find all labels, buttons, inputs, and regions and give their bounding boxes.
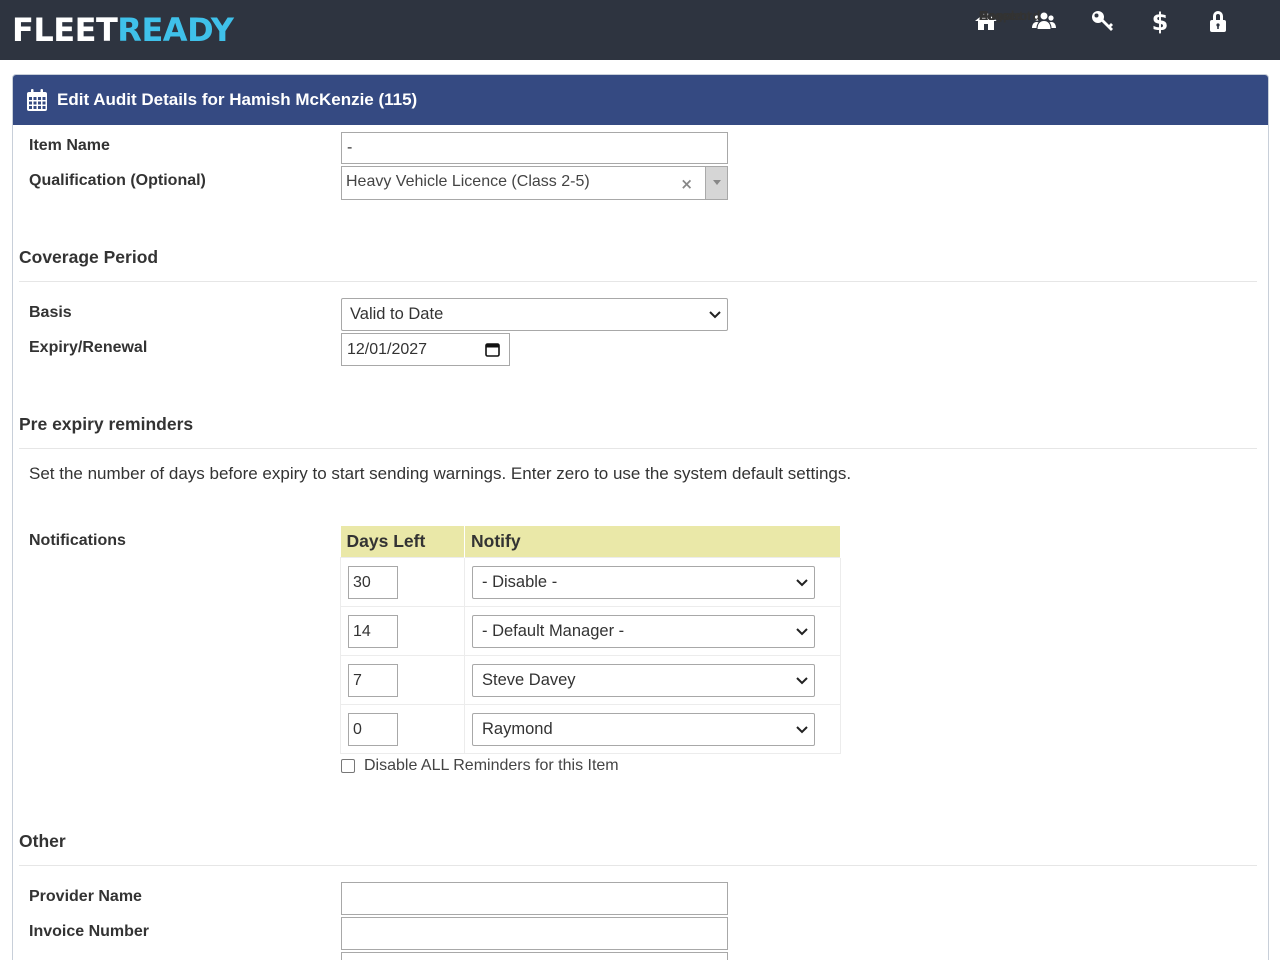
- item-name-label: Item Name: [29, 137, 110, 154]
- key-icon: [1092, 11, 1113, 31]
- chevron-down-icon: [796, 627, 808, 635]
- dollar-icon: $: [1152, 8, 1169, 34]
- qualification-label: Qualification (Optional): [29, 172, 206, 189]
- notify-select[interactable]: - Disable -: [472, 565, 815, 599]
- expiry-date-input[interactable]: 12/01/2027: [341, 333, 510, 366]
- notify-select[interactable]: Steve Davey: [472, 663, 815, 697]
- fleetready-logo[interactable]: FLEETREADY: [12, 10, 234, 50]
- divider: [19, 448, 1257, 449]
- disable-all-label: Disable ALL Reminders for this Item: [364, 757, 619, 774]
- notify-header: Notify: [464, 526, 841, 557]
- nav-logout[interactable]: Logout: [979, 8, 1240, 37]
- notify-cell: Steve Davey: [464, 654, 841, 705]
- calendar-picker-icon[interactable]: [485, 342, 500, 357]
- other-heading: Other: [19, 831, 66, 851]
- table-row: 30 - Disable -: [340, 556, 841, 607]
- notify-select[interactable]: Raymond: [472, 712, 815, 746]
- next-field-input[interactable]: [341, 952, 728, 960]
- table-row: 14 - Default Manager -: [340, 605, 841, 656]
- basis-label: Basis: [29, 304, 72, 321]
- qualification-value: Heavy Vehicle Licence (Class 2-5): [346, 173, 590, 190]
- days-left-input[interactable]: 30: [348, 565, 398, 599]
- notifications-label: Notifications: [29, 532, 126, 549]
- lock-icon: [1210, 11, 1226, 32]
- nav-password[interactable]: Password: [979, 8, 1124, 37]
- disable-all-checkbox[interactable]: [341, 759, 355, 773]
- divider: [19, 865, 1257, 866]
- edit-audit-panel: Edit Audit Details for Hamish McKenzie (…: [12, 74, 1269, 960]
- notify-cell: - Disable -: [464, 556, 841, 607]
- item-name-input[interactable]: -: [341, 132, 728, 164]
- qualification-combobox[interactable]: Heavy Vehicle Licence (Class 2-5) ×: [341, 166, 728, 200]
- days-cell: 14: [340, 605, 465, 656]
- days-cell: 7: [340, 654, 465, 705]
- logo-fleet: FLEET: [12, 11, 118, 49]
- days-left-header: Days Left: [340, 526, 465, 557]
- top-bar: FLEETREADY Home People Password $ Accoun…: [0, 0, 1280, 60]
- clear-icon[interactable]: ×: [680, 175, 693, 193]
- table-row: 0 Raymond: [340, 703, 841, 754]
- panel-title: Edit Audit Details for Hamish McKenzie (…: [57, 90, 418, 109]
- reminders-description: Set the number of days before expiry to …: [29, 464, 852, 483]
- notify-value: Steve Davey: [482, 670, 576, 689]
- chevron-down-icon: [796, 676, 808, 684]
- chevron-down-icon: [796, 725, 808, 733]
- provider-name-label: Provider Name: [29, 888, 142, 905]
- notify-value: - Disable -: [482, 572, 558, 591]
- notify-cell: - Default Manager -: [464, 605, 841, 656]
- expiry-date-value: 12/01/2027: [347, 341, 428, 358]
- dropdown-arrow-icon[interactable]: [705, 167, 727, 199]
- notify-value: Raymond: [482, 719, 553, 738]
- notify-cell: Raymond: [464, 703, 841, 754]
- days-cell: 30: [340, 556, 465, 607]
- days-left-input[interactable]: 14: [348, 614, 398, 648]
- chevron-down-icon: [796, 578, 808, 586]
- nav-logout-label: Logout: [979, 8, 1024, 23]
- table-row: 7 Steve Davey: [340, 654, 841, 705]
- expiry-label: Expiry/Renewal: [29, 339, 148, 356]
- calendar-icon: [27, 89, 47, 111]
- days-left-input[interactable]: 0: [348, 712, 398, 746]
- disable-all-reminders[interactable]: Disable ALL Reminders for this Item: [341, 757, 619, 775]
- logo-ready: READY: [117, 11, 234, 49]
- main-nav: Home People Password $ Account Logout: [950, 8, 1240, 37]
- notify-select[interactable]: - Default Manager -: [472, 614, 815, 648]
- divider: [19, 281, 1257, 282]
- notifications-table: Days Left Notify 30 - Disable - 14 - Def…: [340, 526, 841, 754]
- notify-value: - Default Manager -: [482, 621, 625, 640]
- basis-select[interactable]: Valid to Date: [341, 298, 728, 331]
- table-header-row: Days Left Notify: [340, 526, 841, 557]
- coverage-heading: Coverage Period: [19, 247, 159, 267]
- reminders-heading: Pre expiry reminders: [19, 414, 194, 434]
- panel-header: Edit Audit Details for Hamish McKenzie (…: [13, 75, 1268, 125]
- invoice-number-label: Invoice Number: [29, 923, 150, 940]
- days-cell: 0: [340, 703, 465, 754]
- basis-value: Valid to Date: [350, 305, 444, 323]
- chevron-down-icon: [709, 310, 721, 318]
- svg-text:$: $: [1152, 8, 1169, 34]
- invoice-number-input[interactable]: [341, 917, 728, 950]
- nav-account[interactable]: $ Account: [979, 8, 1182, 37]
- provider-name-input[interactable]: [341, 882, 728, 915]
- days-left-input[interactable]: 7: [348, 663, 398, 697]
